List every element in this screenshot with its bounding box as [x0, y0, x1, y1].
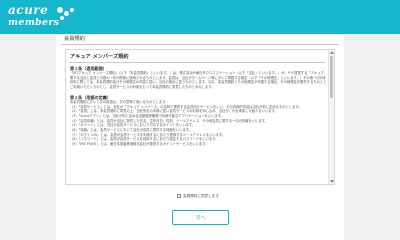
logo-wordmark-top: acure — [8, 3, 49, 17]
header-bar: acure members — [0, 0, 400, 34]
scroll-up-arrow-icon[interactable] — [330, 51, 334, 54]
agree-checkbox[interactable] — [177, 194, 181, 198]
scroll-down-arrow-icon[interactable] — [330, 180, 334, 183]
article-line: 「JRTアキュア メンバーズ規約」（以下「本会員規約」といいます。）は、株式会社… — [70, 71, 325, 75]
terms-scrollbar[interactable] — [328, 50, 334, 184]
scrollbar-thumb[interactable] — [330, 56, 333, 98]
next-button[interactable]: 次へ — [172, 210, 229, 225]
terms-scroll-box[interactable]: アキュア メンバーズ規約 第１条（適用範囲） 「JRTアキュア メンバーズ規約」… — [65, 49, 335, 185]
terms-content: アキュア メンバーズ規約 第１条（適用範囲） 「JRTアキュア メンバーズ規約」… — [70, 54, 325, 147]
terms-heading: アキュア メンバーズ規約 — [70, 54, 129, 60]
acure-members-logo[interactable]: acure members — [8, 3, 78, 31]
article-line: （9）「JRE POINT」とは、東日本旅客鉄道株式会社が運営するポイントサービ… — [70, 142, 209, 147]
agree-label[interactable]: 会員規約に同意します — [183, 194, 219, 199]
logo-wordmark-bottom: members — [8, 17, 60, 28]
logo-dot-icon — [64, 11, 69, 16]
logo-dot-icon — [60, 16, 64, 20]
logo-dot-icon — [70, 8, 74, 12]
agree-row[interactable]: 会員規約に同意します — [177, 193, 219, 199]
logo-dot-icon — [57, 7, 63, 13]
terms-divider — [70, 62, 325, 63]
article-line: ご利用いただくものとし、会員サービスの利用をもって本会員規約に同意したものとみな… — [70, 85, 215, 90]
title-divider — [62, 44, 338, 45]
page-title: 会員規約 — [64, 36, 85, 42]
